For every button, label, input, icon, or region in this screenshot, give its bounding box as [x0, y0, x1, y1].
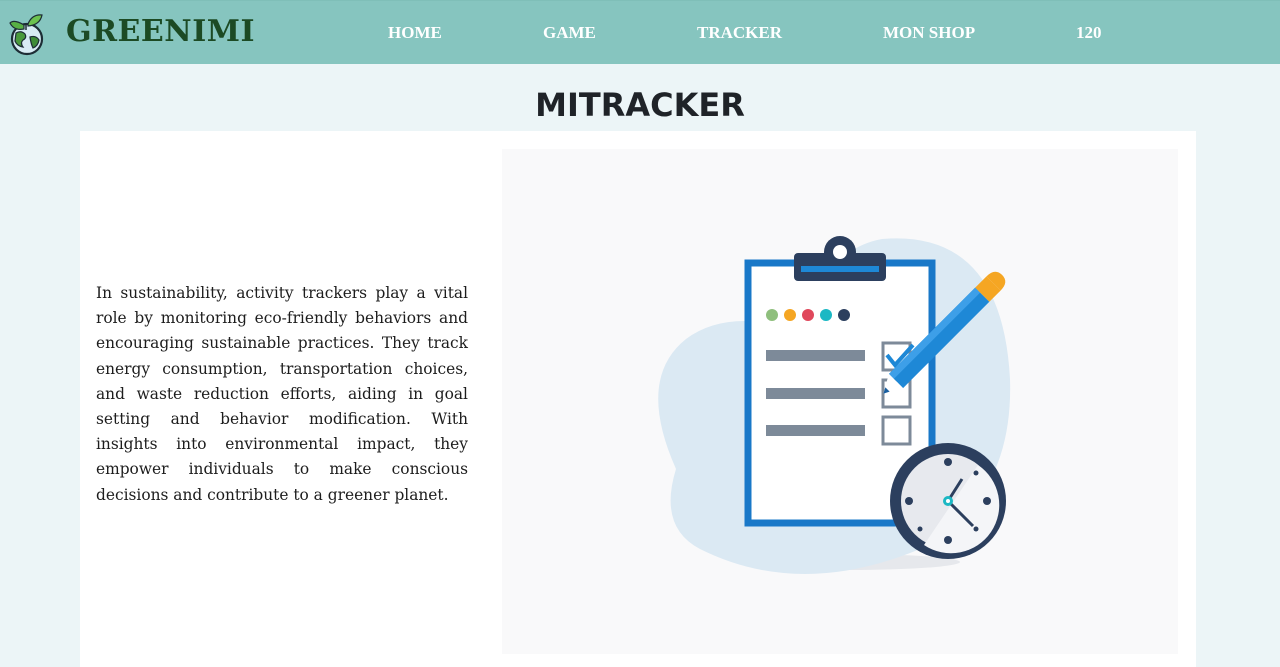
page-title: MITRACKER [535, 86, 745, 124]
nav-points-counter[interactable]: 120 [1076, 21, 1102, 45]
clipboard-checklist-clock-illustration [658, 236, 1011, 574]
globe-leaves-icon[interactable] [6, 11, 52, 57]
tracker-description: In sustainability, activity trackers pla… [96, 284, 468, 504]
nav-item-tracker[interactable]: TRACKER [697, 21, 782, 45]
nav-item-mon-shop[interactable]: MON SHOP [883, 21, 975, 45]
illustration-panel [502, 149, 1178, 654]
top-navbar: GREENIMI HOME GAME TRACKER MON SHOP 120 [0, 0, 1280, 64]
brand-name[interactable]: GREENIMI [66, 13, 255, 51]
nav-item-home[interactable]: HOME [388, 21, 442, 45]
content-card: In sustainability, activity trackers pla… [80, 131, 1196, 667]
nav-item-game[interactable]: GAME [543, 21, 596, 45]
